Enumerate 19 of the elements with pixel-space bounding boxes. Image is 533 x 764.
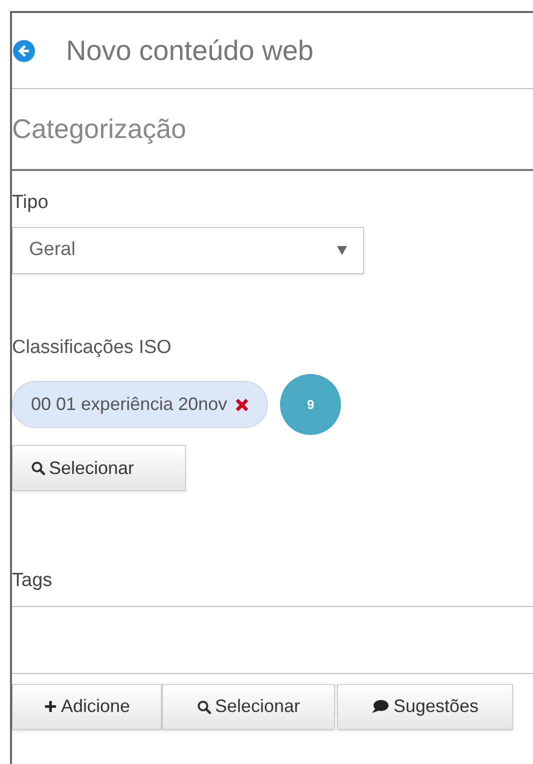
remove-icon[interactable] [235, 398, 250, 412]
tags-input-field[interactable] [12, 606, 533, 674]
field-label: Tipo [12, 191, 48, 215]
field-label: Classificações ISO [12, 336, 172, 360]
dropdown-caret-icon [337, 246, 347, 254]
chip-text: 00 01 experiência 20nov [31, 393, 228, 416]
search-icon [196, 700, 211, 714]
suggestions-button[interactable]: Sugestões [337, 684, 513, 730]
speech-bubble-icon [371, 699, 390, 714]
select-button[interactable]: Selecionar [162, 684, 335, 730]
select-button[interactable]: Selecionar [12, 445, 186, 491]
section-title: Categorização [12, 112, 186, 146]
add-button[interactable]: Adicione [12, 684, 162, 730]
plus-icon [44, 700, 57, 713]
field-label: Tags [12, 569, 52, 593]
type-select[interactable]: Geral [12, 226, 364, 274]
search-icon [31, 461, 45, 475]
page-title: Novo conteúdo web [66, 34, 314, 68]
annotation-badge: 9 [280, 374, 342, 435]
